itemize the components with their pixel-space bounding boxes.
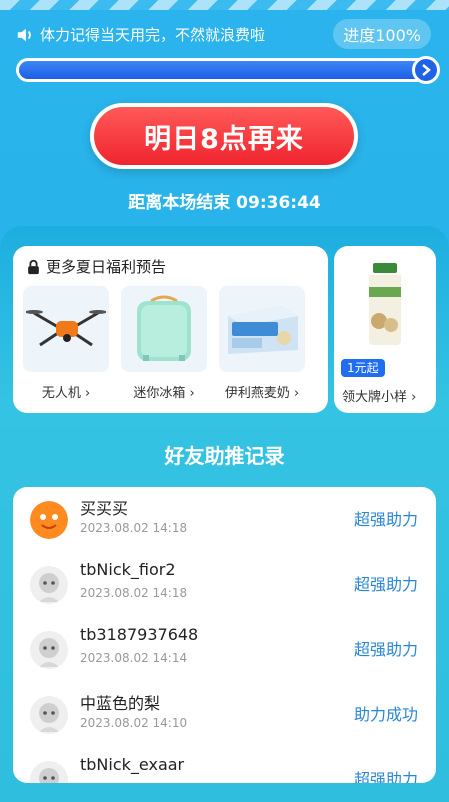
notice-text: 体力记得当天用完，不然就浪费啦 [40, 26, 266, 44]
helper-time: 2023.08.02 14:14 [80, 651, 188, 665]
lock-icon [28, 259, 39, 274]
helper-time: 2023.08.02 14:10 [80, 716, 188, 730]
helper-name: tbNick_fior2 [80, 560, 176, 579]
countdown-timer: 距离本场结束 09:36:44 [128, 193, 321, 213]
product-label: 迷你冰箱 › [133, 386, 195, 401]
records-title: 好友助推记录 [164, 444, 285, 468]
helper-time: 2023.08.02 14:18 [80, 521, 188, 535]
avatar [30, 631, 68, 669]
avatar [30, 696, 68, 734]
price-tag: 1元起 [341, 359, 385, 377]
helper-records-list: 买买买 2023.08.02 14:18 超强助力 tbNick_fior2 2… [13, 487, 436, 783]
sample-bottle-image [340, 252, 430, 352]
progress-fill [19, 61, 433, 79]
list-item: tb3187937648 2023.08.02 14:14 超强助力 [13, 617, 436, 682]
list-item: tbNick_fior2 2023.08.02 14:18 超强助力 [13, 552, 436, 617]
mini-fridge-image [121, 286, 207, 372]
helper-time: 2023.08.02 14:18 [80, 586, 188, 600]
product-oat-milk[interactable]: 伊利燕麦奶 › [219, 286, 305, 401]
helper-status: 超强助力 [353, 510, 418, 529]
helper-status: 超强助力 [353, 575, 418, 594]
avatar [30, 501, 68, 539]
list-item: 买买买 2023.08.02 14:18 超强助力 [13, 487, 436, 552]
list-item: tbNick_exaar 超强助力 [13, 747, 436, 783]
preview-card-header: 更多夏日福利预告 [26, 256, 318, 277]
top-stripe [0, 0, 449, 10]
product-label: 伊利燕麦奶 › [224, 386, 300, 401]
oat-milk-image [219, 286, 305, 372]
avatar [30, 566, 68, 604]
product-drone[interactable]: 无人机 › [23, 286, 109, 401]
helper-name: tb3187937648 [80, 625, 199, 644]
avatar [30, 761, 68, 783]
helper-status: 超强助力 [353, 770, 418, 783]
progress-bar [16, 56, 440, 84]
helper-status: 超强助力 [353, 640, 418, 659]
helper-name: tbNick_exaar [80, 755, 185, 774]
come-back-button[interactable]: 明日8点再来 [90, 103, 358, 169]
list-item: 中蓝色的梨 2023.08.02 14:10 助力成功 [13, 682, 436, 747]
product-mini-fridge[interactable]: 迷你冰箱 › [121, 286, 207, 401]
sample-promo-card[interactable]: 1元起 领大牌小样 › [334, 246, 436, 413]
summer-preview-card: 更多夏日福利预告 无人机 › 迷你冰箱 › 伊利燕麦奶 › [13, 246, 328, 413]
helper-name: 中蓝色的梨 [80, 694, 161, 713]
progress-badge: 进度100% [333, 19, 431, 49]
sample-promo-label: 领大牌小样 › [342, 390, 417, 405]
drone-image [23, 286, 109, 372]
preview-card-title: 更多夏日福利预告 [46, 258, 167, 276]
product-label: 无人机 › [41, 386, 91, 401]
helper-name: 买买买 [80, 499, 129, 518]
helper-status: 助力成功 [353, 705, 418, 724]
progress-end-arrow-icon [412, 56, 440, 84]
notice-bar: 体力记得当天用完，不然就浪费啦 [16, 24, 265, 45]
speaker-icon [17, 28, 31, 41]
